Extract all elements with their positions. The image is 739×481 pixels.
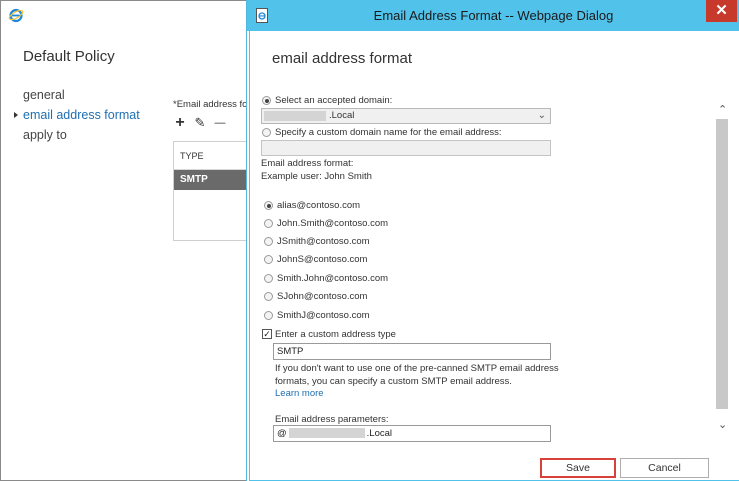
- learn-more-link[interactable]: Learn more: [275, 388, 324, 399]
- params-prefix: @: [277, 428, 287, 439]
- scroll-down-icon[interactable]: ⌄: [718, 418, 727, 431]
- accepted-domain-value: .Local: [329, 110, 355, 121]
- format-radio-lastname-dot-firstname[interactable]: [264, 274, 273, 283]
- example-user-label: Example user: John Smith: [261, 171, 372, 182]
- accepted-domain-label: Select an accepted domain:: [275, 95, 393, 106]
- dialog-body: email address format Select an accepted …: [249, 31, 739, 481]
- close-icon[interactable]: ✕: [706, 0, 737, 22]
- email-address-format-label: *Email address fo: [173, 99, 248, 110]
- format-option-label: SmithJ@contoso.com: [277, 310, 370, 321]
- table-header-type: TYPE: [174, 142, 252, 170]
- format-option-label: JSmith@contoso.com: [277, 236, 370, 247]
- format-radio-lastname-initial[interactable]: [264, 311, 273, 320]
- format-table: TYPE SMTP: [173, 141, 253, 241]
- format-toolbar: + ✎ —: [173, 115, 227, 131]
- redacted-domain: [288, 428, 365, 439]
- policy-nav: general email address format apply to: [14, 85, 140, 145]
- custom-smtp-info-text: If you don't want to use one of the pre-…: [275, 363, 559, 387]
- format-option-label: JohnS@contoso.com: [277, 254, 368, 265]
- custom-domain-label: Specify a custom domain name for the ema…: [275, 127, 502, 138]
- format-radio-firstname-initial[interactable]: [264, 255, 273, 264]
- cancel-button[interactable]: Cancel: [620, 458, 709, 478]
- save-button[interactable]: Save: [540, 458, 616, 478]
- dialog-heading: email address format: [272, 50, 413, 67]
- format-option-label: alias@contoso.com: [277, 200, 361, 211]
- format-radio-initial-lastname[interactable]: [264, 237, 273, 246]
- remove-icon[interactable]: —: [213, 115, 227, 131]
- scroll-up-icon[interactable]: ⌃: [718, 103, 727, 116]
- nav-item-general[interactable]: general: [23, 85, 140, 105]
- nav-item-apply-to[interactable]: apply to: [23, 125, 140, 145]
- params-suffix: .Local: [366, 428, 393, 439]
- format-option-label: Smith.John@contoso.com: [277, 273, 389, 284]
- dialog-titlebar: Email Address Format -- Webpage Dialog ✕: [247, 0, 739, 31]
- accepted-domain-select[interactable]: .Local ⌄: [261, 108, 551, 124]
- table-row[interactable]: SMTP: [174, 170, 252, 190]
- custom-address-type-label: Enter a custom address type: [275, 329, 396, 340]
- custom-domain-radio[interactable]: [262, 128, 271, 137]
- format-radio-firstname-dot-lastname[interactable]: [264, 219, 273, 228]
- scrollbar-thumb[interactable]: [716, 119, 728, 409]
- params-label: Email address parameters:: [275, 414, 389, 425]
- dialog-title: Email Address Format -- Webpage Dialog: [373, 8, 614, 23]
- format-option-label: John.Smith@contoso.com: [277, 218, 389, 229]
- custom-address-type-input[interactable]: SMTP: [273, 343, 551, 360]
- add-icon[interactable]: +: [173, 115, 187, 131]
- email-address-format-dialog: Email Address Format -- Webpage Dialog ✕…: [246, 0, 739, 481]
- format-radio-initial-firstname[interactable]: [264, 292, 273, 301]
- edit-icon[interactable]: ✎: [193, 115, 207, 131]
- format-option-label: SJohn@contoso.com: [277, 291, 368, 302]
- format-label: Email address format:: [261, 158, 354, 169]
- custom-domain-input[interactable]: [261, 140, 551, 156]
- format-radio-alias[interactable]: [264, 201, 273, 210]
- nav-item-email-address-format[interactable]: email address format: [14, 105, 140, 125]
- accepted-domain-radio[interactable]: [262, 96, 271, 105]
- custom-address-type-checkbox[interactable]: ✓: [262, 329, 272, 339]
- policy-title: Default Policy: [23, 48, 115, 65]
- internet-explorer-icon: [8, 8, 24, 23]
- email-address-parameters-input[interactable]: @ .Local: [273, 425, 551, 442]
- redacted-domain: [264, 111, 326, 121]
- chevron-down-icon: ⌄: [537, 110, 546, 121]
